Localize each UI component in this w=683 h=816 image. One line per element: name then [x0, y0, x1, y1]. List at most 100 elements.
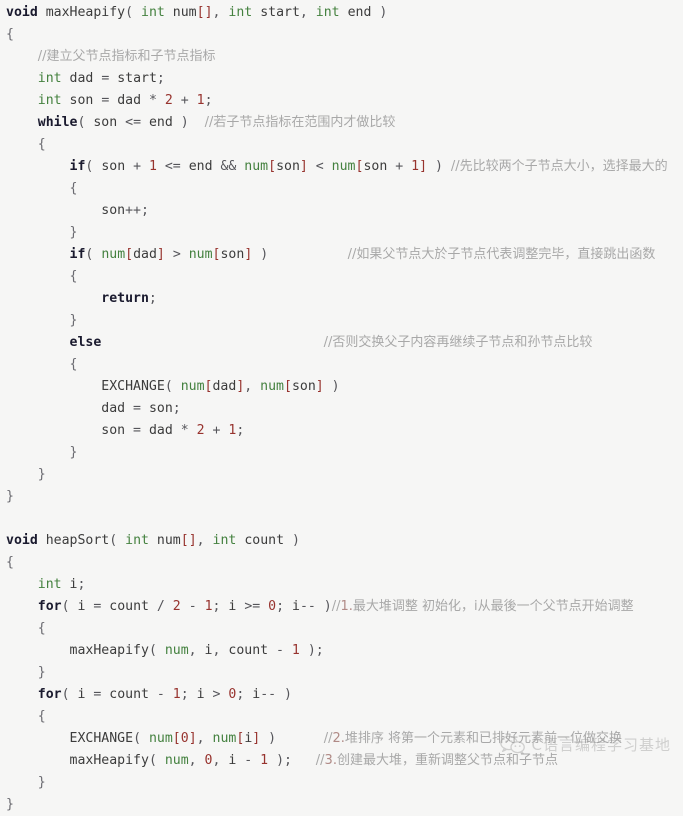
token-punct: ( — [148, 643, 165, 658]
token-ws — [268, 247, 347, 262]
token-ws — [62, 71, 70, 86]
token-id: dad — [148, 423, 173, 438]
code-line: } — [0, 662, 683, 684]
code-line: int i; — [0, 574, 683, 596]
token-type: int — [141, 5, 165, 20]
token-punct: * — [141, 93, 165, 108]
token-punct: , — [299, 5, 316, 20]
token-id: start — [260, 5, 300, 20]
token-ws — [165, 5, 173, 20]
token-fn: EXCHANGE — [69, 731, 134, 746]
token-kw: void — [6, 5, 38, 20]
token-kw: for — [37, 687, 62, 702]
token-punct: = — [93, 93, 118, 108]
token-brk: [ — [268, 159, 277, 174]
code-line: { — [0, 618, 683, 640]
token-punct: ( — [148, 753, 165, 768]
token-punct: ( — [85, 247, 102, 262]
token-type: int — [228, 5, 253, 20]
token-punct: > — [164, 247, 189, 262]
token-punct: ( — [61, 687, 78, 702]
code-line: while( son <= end ) //若子节点指标在范围内才做比较 — [0, 112, 683, 134]
token-punct: ++; — [125, 203, 149, 218]
token-id: son — [276, 159, 300, 174]
token-id: count — [109, 687, 149, 702]
code-line: { — [0, 178, 683, 200]
token-punct: ; — [172, 401, 181, 416]
token-num: 1 — [411, 159, 420, 174]
token-punct: ; — [156, 71, 165, 86]
code-line: EXCHANGE( num[0], num[i] ) //2.堆排序 将第一个元… — [0, 728, 683, 750]
token-fn: EXCHANGE — [101, 379, 165, 394]
token-var: num — [164, 643, 189, 658]
token-id: dad — [133, 247, 157, 262]
token-brace: } — [37, 665, 46, 680]
token-punct: < — [307, 159, 332, 174]
token-ws — [38, 5, 46, 20]
token-ws — [62, 93, 70, 108]
token-var: num — [188, 247, 213, 262]
code-line: for( i = count - 1; i > 0; i-- ) — [0, 684, 683, 706]
token-id: i — [196, 687, 205, 702]
token-punct: = — [93, 71, 118, 86]
token-punct: , — [244, 379, 261, 394]
token-punct: + — [125, 159, 149, 174]
token-ws — [292, 753, 316, 768]
token-punct: >= — [236, 599, 269, 614]
token-type: int — [37, 577, 62, 592]
token-punct: - — [148, 687, 173, 702]
token-punct: + — [204, 423, 229, 438]
token-cmt: // — [315, 753, 325, 768]
token-brace: { — [37, 709, 46, 724]
token-brk: [ — [283, 379, 292, 394]
token-punct: -- ) — [260, 687, 292, 702]
code-line: } — [0, 772, 683, 794]
code-body[interactable]: void maxHeapify( int num[], int start, i… — [0, 2, 683, 816]
token-ws — [38, 533, 46, 548]
token-brace: } — [6, 489, 14, 504]
token-punct: ; — [148, 291, 157, 306]
code-line: void heapSort( int num[], int count ) — [0, 530, 683, 552]
token-var: num — [180, 379, 205, 394]
token-punct: - — [236, 753, 261, 768]
token-brace: { — [69, 269, 78, 284]
token-punct: ); — [299, 643, 324, 658]
token-brace: } — [37, 775, 46, 790]
token-punct: ) — [172, 115, 189, 130]
token-punct: , — [196, 533, 213, 548]
token-punct: , — [196, 731, 213, 746]
token-punct: ( — [133, 731, 149, 746]
token-punct: ; — [212, 599, 229, 614]
token-punct: / — [148, 599, 173, 614]
code-line: EXCHANGE( num[dad], num[son] ) — [0, 376, 683, 398]
code-line: { — [0, 134, 683, 156]
code-line: { — [0, 706, 683, 728]
code-line: } — [0, 464, 683, 486]
token-punct: , — [188, 753, 205, 768]
token-type: int — [37, 93, 62, 108]
token-id: son — [101, 203, 126, 218]
token-punct: -- ) — [299, 599, 332, 614]
token-kw: void — [6, 533, 38, 548]
token-num: 1 — [196, 93, 205, 108]
token-num: 1 — [172, 687, 181, 702]
token-brk: ] — [156, 247, 165, 262]
token-num: 2 — [172, 599, 181, 614]
token-cmtnum: 2. — [332, 731, 345, 746]
